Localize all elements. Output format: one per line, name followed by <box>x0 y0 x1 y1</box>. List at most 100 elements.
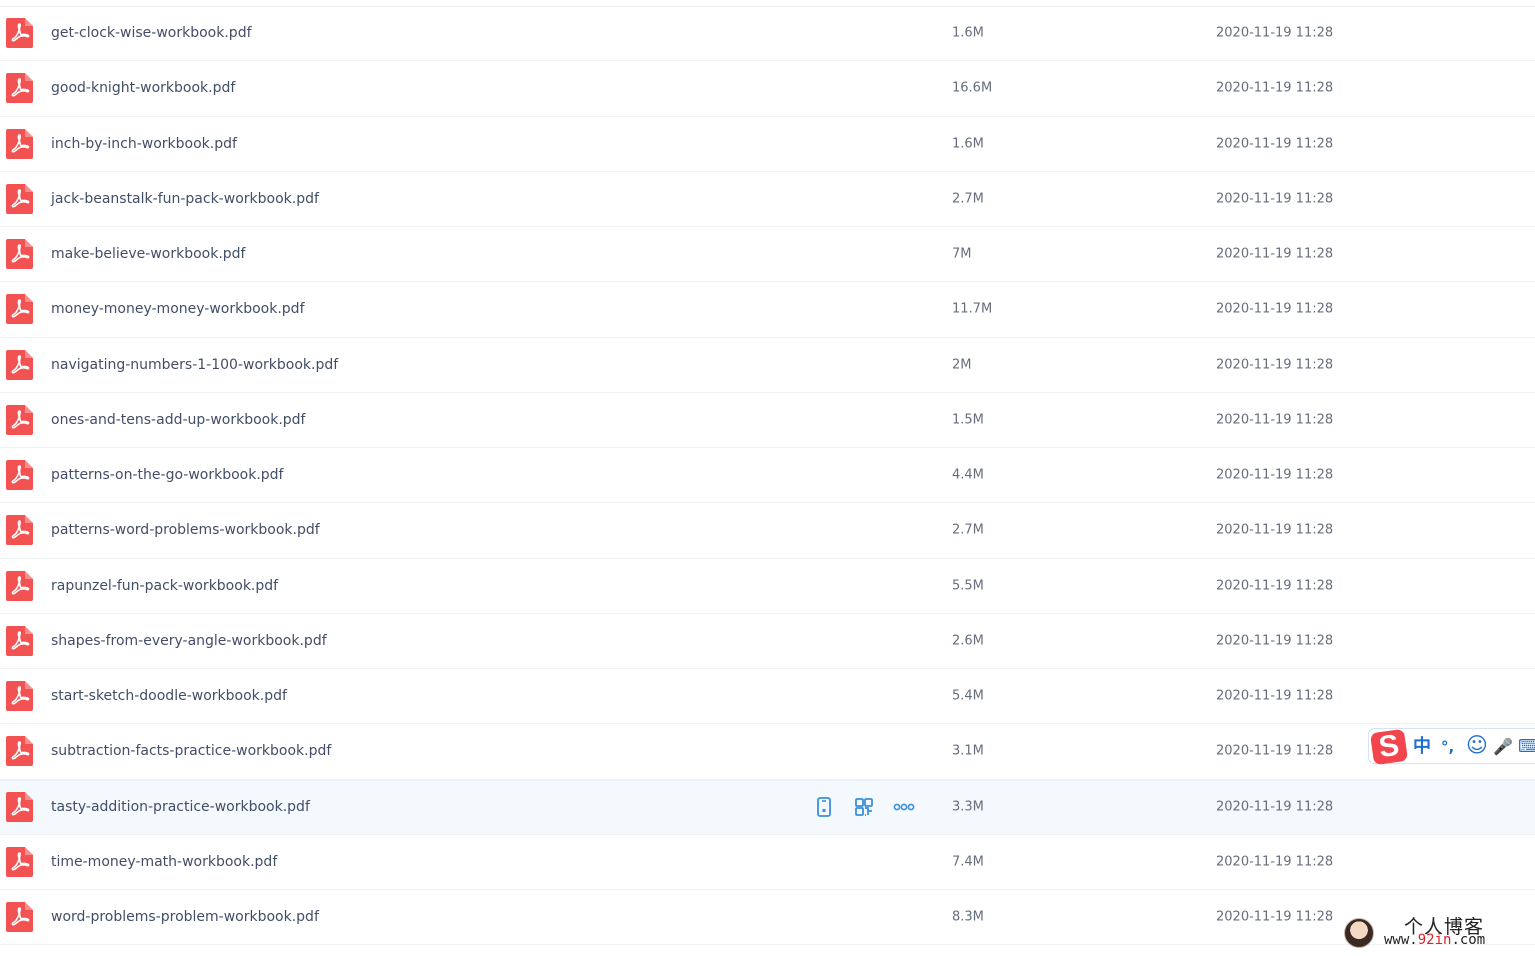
file-modified-date: 2020-11-19 11:28 <box>1216 136 1334 152</box>
row-actions <box>812 795 922 819</box>
more-icon[interactable] <box>892 795 916 819</box>
keyboard-icon[interactable]: ⌨ <box>1518 737 1535 757</box>
file-size: 1.6M <box>952 136 984 152</box>
pdf-file-icon <box>6 570 33 601</box>
file-modified-date: 2020-11-19 11:28 <box>1216 191 1334 207</box>
file-size: 4.4M <box>952 467 984 483</box>
file-modified-date: 2020-11-19 11:28 <box>1216 633 1334 649</box>
file-modified-date: 2020-11-19 11:28 <box>1216 688 1334 704</box>
file-modified-date: 2020-11-19 11:28 <box>1216 799 1334 815</box>
file-modified-date: 2020-11-19 11:28 <box>1216 301 1334 317</box>
file-name-link[interactable]: jack-beanstalk-fun-pack-workbook.pdf <box>51 191 319 207</box>
file-name-link[interactable]: subtraction-facts-practice-workbook.pdf <box>51 743 331 759</box>
file-modified-date: 2020-11-19 11:28 <box>1216 909 1334 925</box>
pdf-file-icon <box>6 73 33 104</box>
qr-code-icon[interactable] <box>852 795 876 819</box>
file-size: 11.7M <box>952 301 993 317</box>
file-modified-date: 2020-11-19 11:28 <box>1216 80 1334 96</box>
file-name-link[interactable]: word-problems-problem-workbook.pdf <box>51 909 319 925</box>
file-size: 5.5M <box>952 578 984 594</box>
watermark-url-suffix: .com <box>1451 932 1486 948</box>
file-name-link[interactable]: ones-and-tens-add-up-workbook.pdf <box>51 412 305 428</box>
file-modified-date: 2020-11-19 11:28 <box>1216 743 1334 759</box>
file-row[interactable]: get-clock-wise-workbook.pdf 1.6M 2020-11-1… <box>0 6 1535 62</box>
file-name-link[interactable]: money-money-money-workbook.pdf <box>51 301 305 317</box>
file-modified-date: 2020-11-19 11:28 <box>1216 522 1334 538</box>
emoji-icon[interactable]: ☺ <box>1466 735 1488 756</box>
pdf-file-icon <box>6 681 33 712</box>
pdf-file-icon <box>6 515 33 546</box>
pdf-file-icon <box>6 792 33 823</box>
sogou-logo-icon[interactable]: S <box>1369 729 1409 766</box>
file-name-link[interactable]: patterns-on-the-go-workbook.pdf <box>51 467 283 483</box>
file-row[interactable]: make-believe-workbook.pdf 7M 2020-11-19 11… <box>0 227 1535 283</box>
file-modified-date: 2020-11-19 11:28 <box>1216 25 1334 41</box>
file-row[interactable]: subtraction-facts-practice-workbook.pdf 3… <box>0 724 1535 780</box>
file-modified-date: 2020-11-19 11:28 <box>1216 854 1334 870</box>
file-size: 3.3M <box>952 799 984 815</box>
file-size: 1.5M <box>952 412 984 428</box>
file-size: 8.3M <box>952 909 984 925</box>
pdf-file-icon <box>6 460 33 491</box>
pdf-file-icon <box>6 625 33 656</box>
pdf-file-icon <box>6 294 33 325</box>
file-row[interactable]: tasty-addition-practice-workbook.pdf 3.3M… <box>0 779 1535 835</box>
file-row[interactable]: good-knight-workbook.pdf 16.6M 2020-11-19 … <box>0 61 1535 117</box>
file-name-link[interactable]: rapunzel-fun-pack-workbook.pdf <box>51 578 278 594</box>
watermark-url-prefix: www. <box>1384 932 1418 948</box>
file-row[interactable]: jack-beanstalk-fun-pack-workbook.pdf 2.7M… <box>0 172 1535 227</box>
pdf-file-icon <box>6 902 33 933</box>
pdf-file-icon <box>6 846 33 877</box>
file-name-link[interactable]: get-clock-wise-workbook.pdf <box>51 25 252 41</box>
file-row[interactable]: start-sketch-doodle-workbook.pdf 5.4M 2020… <box>0 669 1535 725</box>
file-size: 2.6M <box>952 633 984 649</box>
phone-icon[interactable] <box>812 795 836 819</box>
file-row[interactable]: navigating-numbers-1-100-workbook.pdf 2M 2… <box>0 338 1535 393</box>
file-size: 3.1M <box>952 743 984 759</box>
pdf-file-icon <box>6 736 33 767</box>
file-modified-date: 2020-11-19 11:28 <box>1216 412 1334 428</box>
file-size: 7.4M <box>952 854 984 870</box>
file-modified-date: 2020-11-19 11:28 <box>1216 578 1334 594</box>
file-size: 7M <box>952 246 972 262</box>
pdf-file-icon <box>6 128 33 159</box>
microphone-icon[interactable]: 🎤 <box>1493 737 1513 757</box>
file-name-link[interactable]: patterns-word-problems-workbook.pdf <box>51 522 320 538</box>
pdf-file-icon <box>6 239 33 270</box>
watermark-logo: 个人博客 www.92in.com <box>1342 912 1532 954</box>
file-name-link[interactable]: start-sketch-doodle-workbook.pdf <box>51 688 287 704</box>
pdf-file-icon <box>6 349 33 380</box>
watermark-url-accent: 92in <box>1417 932 1452 948</box>
file-size: 2.7M <box>952 191 984 207</box>
file-row[interactable]: money-money-money-workbook.pdf 11.7M 2020-… <box>0 282 1535 338</box>
watermark-avatar <box>1344 918 1374 948</box>
ime-language-toggle[interactable]: 中 <box>1413 737 1431 757</box>
file-list: get-clock-wise-workbook.pdf 1.6M 2020-11-1… <box>0 6 1535 946</box>
file-row[interactable]: ones-and-tens-add-up-workbook.pdf 1.5M 202… <box>0 393 1535 448</box>
pdf-file-icon <box>6 183 33 214</box>
ime-punctuation-toggle[interactable]: °, <box>1441 737 1454 757</box>
file-row[interactable]: inch-by-inch-workbook.pdf 1.6M 2020-11-19 … <box>0 117 1535 172</box>
file-row[interactable]: rapunzel-fun-pack-workbook.pdf 5.5M 2020-1… <box>0 559 1535 614</box>
file-row[interactable]: patterns-on-the-go-workbook.pdf 4.4M 2020-… <box>0 448 1535 504</box>
file-name-link[interactable]: tasty-addition-practice-workbook.pdf <box>51 799 310 815</box>
file-modified-date: 2020-11-19 11:28 <box>1216 467 1334 483</box>
file-name-link[interactable]: shapes-from-every-angle-workbook.pdf <box>51 633 327 649</box>
pdf-file-icon <box>6 18 33 49</box>
file-row[interactable]: shapes-from-every-angle-workbook.pdf 2.6M… <box>0 614 1535 669</box>
file-size: 1.6M <box>952 25 984 41</box>
file-row[interactable]: patterns-word-problems-workbook.pdf 2.7M 2… <box>0 503 1535 559</box>
file-size: 2M <box>952 357 972 373</box>
ime-toolbar[interactable]: S 中 °, ☺ 🎤 ⌨ <box>1368 728 1535 766</box>
file-modified-date: 2020-11-19 11:28 <box>1216 246 1334 262</box>
file-name-link[interactable]: navigating-numbers-1-100-workbook.pdf <box>51 357 338 373</box>
file-name-link[interactable]: inch-by-inch-workbook.pdf <box>51 136 237 152</box>
file-name-link[interactable]: make-believe-workbook.pdf <box>51 246 246 262</box>
file-modified-date: 2020-11-19 11:28 <box>1216 357 1334 373</box>
pdf-file-icon <box>6 404 33 435</box>
file-row[interactable]: word-problems-problem-workbook.pdf 8.3M 20… <box>0 890 1535 946</box>
file-name-link[interactable]: good-knight-workbook.pdf <box>51 80 235 96</box>
file-row[interactable]: time-money-math-workbook.pdf 7.4M 2020-11-… <box>0 835 1535 890</box>
watermark-url: www.92in.com <box>1384 932 1485 948</box>
file-name-link[interactable]: time-money-math-workbook.pdf <box>51 854 277 870</box>
